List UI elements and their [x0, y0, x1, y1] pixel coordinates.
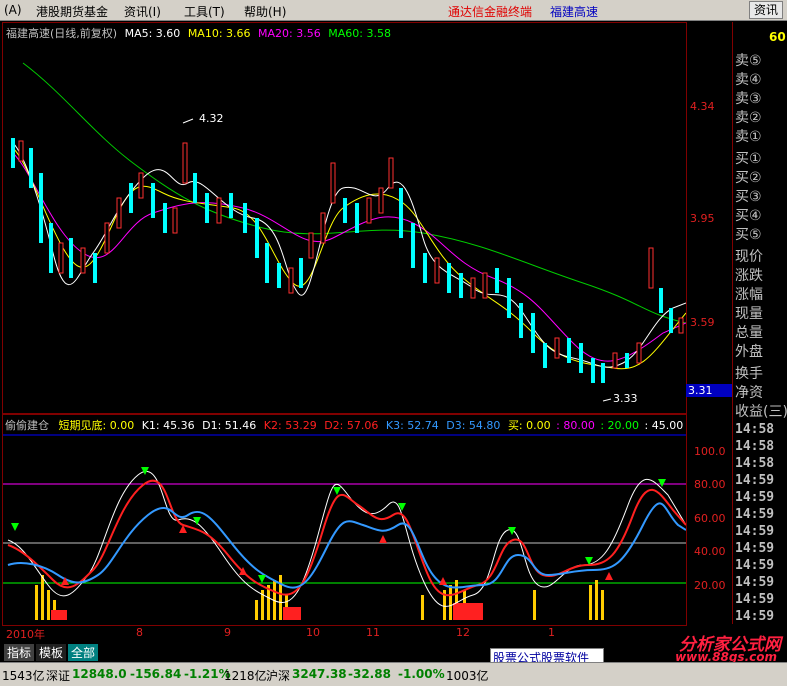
side-row: 换手 — [735, 366, 763, 382]
trade-time: 14:59 — [735, 473, 775, 488]
hs-label: 沪深 — [266, 669, 291, 683]
side-row[interactable]: 卖③ — [735, 88, 762, 108]
tab-template[interactable]: 模板 — [36, 644, 67, 661]
trade-time: 14:59 — [735, 558, 775, 573]
date-tick: 2010年 — [6, 628, 45, 641]
side-row: 涨跌 — [735, 268, 763, 284]
sz-value: 12848.0 — [72, 667, 127, 681]
trade-time: 14:59 — [735, 490, 775, 505]
tab-indicator[interactable]: 指标 — [4, 644, 35, 661]
k2-line — [7, 479, 686, 597]
menu-item-news[interactable]: 资讯(I) — [124, 3, 161, 20]
side-row[interactable]: 买④ — [735, 205, 762, 225]
date-axis: 2010年 8 9 10 11 12 1 — [2, 626, 685, 641]
price-tick-3: 3.59 — [690, 316, 715, 329]
consult-button[interactable]: 资讯 — [748, 1, 783, 19]
price-tick-2: 3.95 — [690, 212, 715, 225]
candlestick-chart — [11, 62, 686, 402]
side-row: 净资 — [735, 385, 763, 401]
side-row[interactable]: 卖① — [735, 126, 762, 146]
date-tick: 9 — [224, 626, 231, 639]
menu-item-tools[interactable]: 工具(T) — [184, 3, 225, 20]
price-chart-panel[interactable]: 福建高速(日线,前复权) MA5: 3.60 MA10: 3.66 MA20: … — [2, 22, 687, 414]
side-row: 外盘 — [735, 344, 763, 360]
hs-percent: -1.00% — [398, 667, 445, 681]
hs-value: 3247.38 — [292, 667, 347, 681]
volume-bars — [35, 575, 604, 620]
menu-item-help[interactable]: 帮助(H) — [244, 3, 286, 20]
ind-tick-4: 40.00 — [694, 545, 726, 558]
trade-time: 14:59 — [735, 609, 775, 624]
date-tick: 11 — [366, 626, 380, 639]
trade-time: 14:59 — [735, 524, 775, 539]
indicator-chart — [3, 434, 686, 620]
watermark-logo: 分析家公式网 www.88gs.com — [615, 628, 785, 664]
k3-line — [7, 502, 686, 589]
top-value: 60 — [769, 30, 786, 44]
side-row: 涨幅 — [735, 287, 763, 303]
trade-time: 14:59 — [735, 592, 775, 607]
hs-change: -32.88 — [348, 667, 391, 681]
low-annotation: 3.33 — [613, 392, 638, 405]
ma20-line — [12, 152, 686, 362]
volume-3: 1003亿 — [446, 669, 489, 683]
side-row[interactable]: 买⑤ — [735, 224, 762, 244]
trade-time: 14:59 — [735, 507, 775, 522]
trade-time: 14:59 — [735, 575, 775, 590]
quote-side-panel: 60 卖⑤ 卖④ 卖③ 卖② 卖① 买① 买② 买③ 买④ 买⑤ 现价 涨跌 涨… — [732, 22, 787, 624]
side-row[interactable]: 卖④ — [735, 69, 762, 89]
trade-time: 14:58 — [735, 439, 775, 454]
date-tick: 1 — [548, 626, 555, 639]
trade-time: 14:58 — [735, 422, 775, 437]
side-row[interactable]: 买② — [735, 167, 762, 187]
date-tick: 12 — [456, 626, 470, 639]
side-row: 现价 — [735, 249, 763, 265]
date-tick: 8 — [136, 626, 143, 639]
sz-change: -156.84 — [130, 667, 182, 681]
high-annotation: 4.32 — [199, 112, 224, 125]
tab-all[interactable]: 全部 — [68, 644, 99, 661]
side-row[interactable]: 卖⑤ — [735, 50, 762, 70]
ind-tick-3: 60.00 — [694, 512, 726, 525]
side-row[interactable]: 买① — [735, 148, 762, 168]
side-row: 现量 — [735, 306, 763, 322]
trade-time: 14:58 — [735, 456, 775, 471]
trade-time: 14:59 — [735, 541, 775, 556]
menu-item-a[interactable]: (A) — [4, 3, 22, 17]
sell-arrows — [61, 525, 613, 585]
candles — [11, 138, 684, 383]
app-title: 通达信金融终端 — [448, 5, 533, 19]
price-axis: 4.34 3.95 3.59 3.31 100.0 80.00 60.00 40… — [686, 22, 732, 624]
menu-item-hk[interactable]: 港股期货基金 — [36, 3, 108, 20]
price-tick-1: 4.34 — [690, 100, 715, 113]
ind-tick-1: 100.0 — [694, 445, 726, 458]
ma5-line — [12, 142, 686, 368]
current-price-tag: 3.31 — [686, 384, 732, 397]
sz-label: 深证 — [46, 669, 71, 683]
date-tick: 10 — [306, 626, 320, 639]
ind-tick-2: 80.00 — [694, 478, 726, 491]
status-bar: 1543亿 深证 12848.0 -156.84 -1.21% 1218亿 沪深… — [0, 662, 787, 686]
menu-bar: (A) 港股期货基金 资讯(I) 工具(T) 帮助(H) 通达信金融终端 福建高… — [0, 0, 787, 21]
side-row: 总量 — [735, 325, 763, 341]
side-row[interactable]: 卖② — [735, 107, 762, 127]
ma10-line — [12, 147, 686, 370]
indicator-panel[interactable]: 偷偷建仓 短期见底: 0.00 K1: 45.36 D1: 51.46 K2: … — [2, 414, 687, 626]
ma60-line — [22, 62, 686, 324]
side-row: 收益(三) — [735, 404, 787, 420]
volume-2: 1218亿 — [224, 669, 267, 683]
volume-1: 1543亿 — [2, 669, 45, 683]
stock-title: 福建高速 — [550, 5, 599, 19]
ind-tick-5: 20.00 — [694, 579, 726, 592]
side-row[interactable]: 买③ — [735, 186, 762, 206]
